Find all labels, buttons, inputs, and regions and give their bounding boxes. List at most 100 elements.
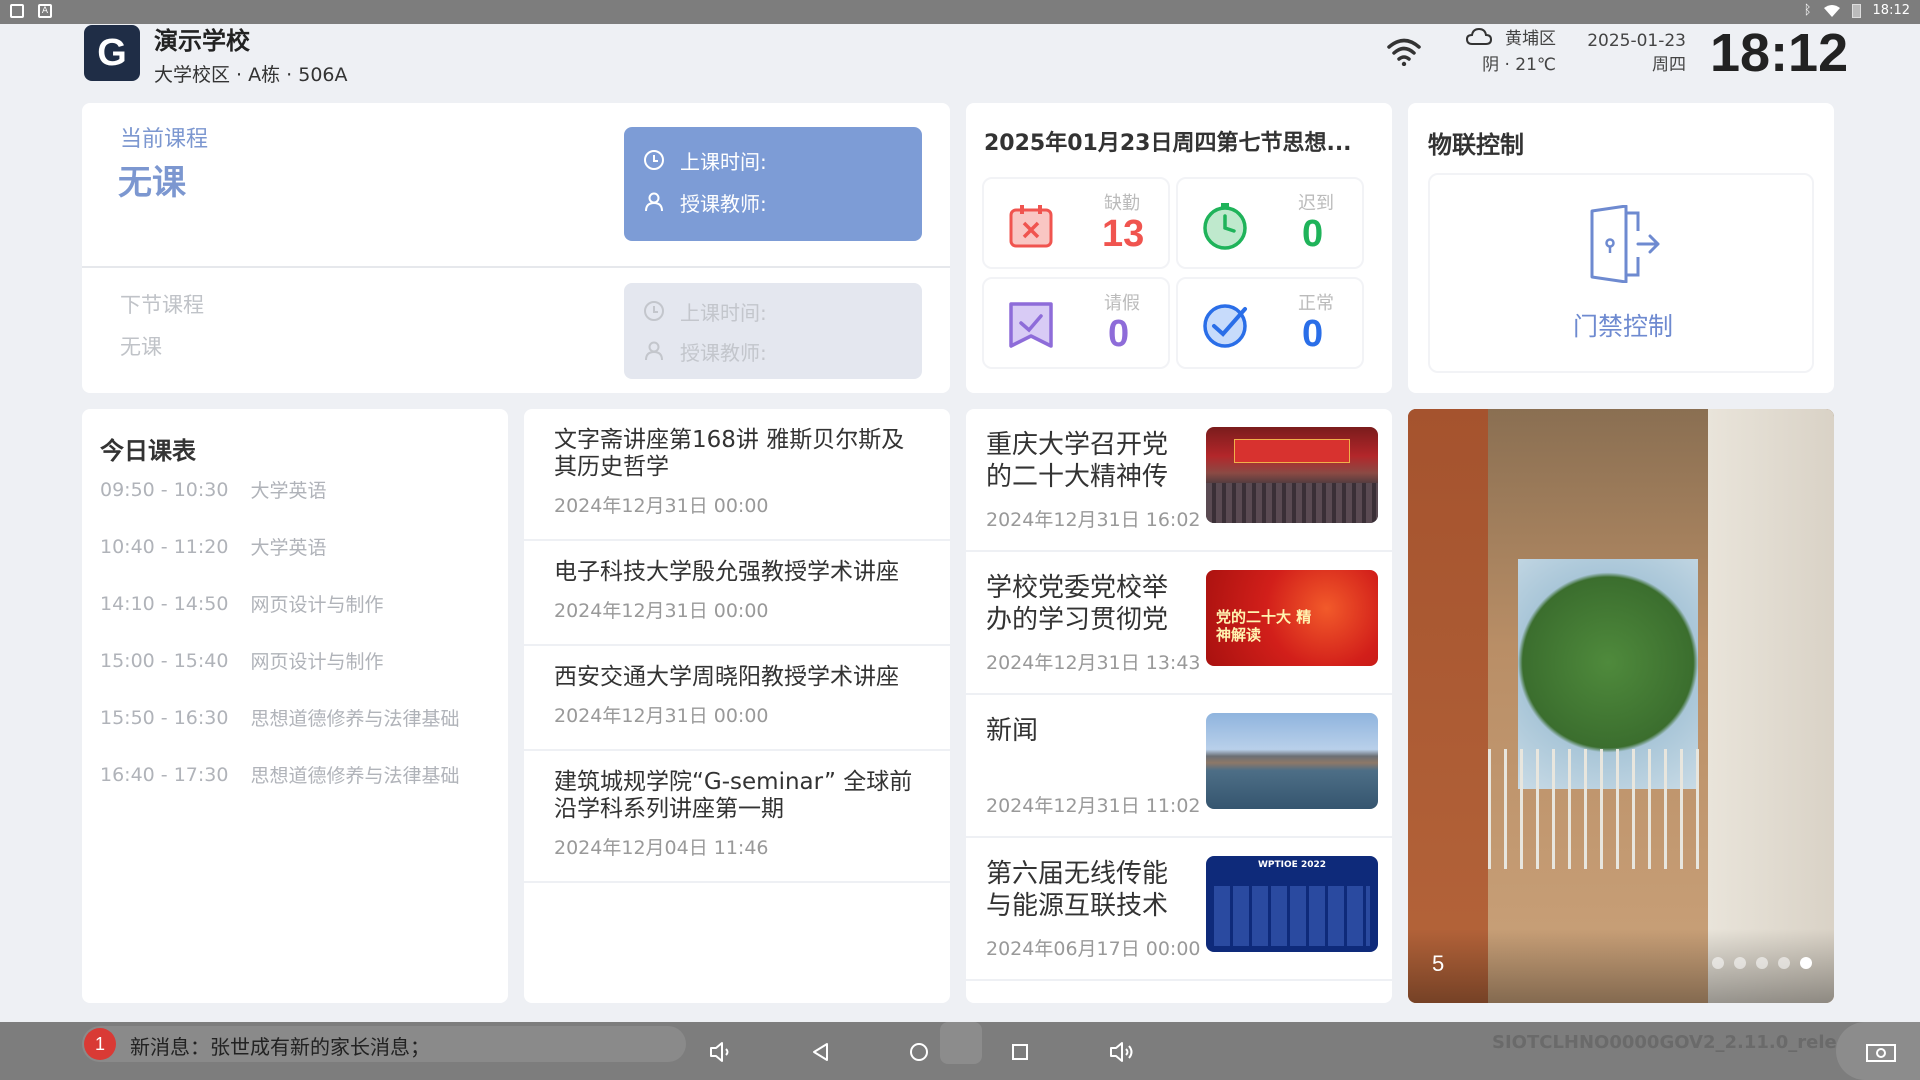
- person-icon: [645, 341, 663, 361]
- message-bar[interactable]: 1 新消息：张世成有新的家长消息；: [82, 1026, 686, 1062]
- system-status-bar: A ᛒ 18:12: [0, 0, 1920, 24]
- app-notification-icon: A: [38, 4, 52, 18]
- normal-count: 0: [1302, 313, 1324, 355]
- leave-stat[interactable]: 请假 0: [982, 277, 1170, 369]
- carousel-dot[interactable]: [1778, 957, 1790, 969]
- news-item[interactable]: 学校党委党校举办的学习贯彻党 2024年12月31日 13:43 党的二十大 精…: [966, 552, 1392, 695]
- notice-title: 建筑城规学院“G-seminar” 全球前沿学科系列讲座第一期: [554, 769, 913, 822]
- next-time-row: 上课时间:: [644, 291, 902, 331]
- news-title: 新闻: [986, 716, 1039, 746]
- schedule-row: 15:50 - 16:30 思想道德修养与法律基础: [100, 689, 459, 746]
- back-icon[interactable]: [810, 1041, 832, 1063]
- system-navigation-bar: 1 新消息：张世成有新的家长消息； SIOTCLHNO0000GOV2_2.11…: [0, 1022, 1920, 1080]
- carousel-window-frame: [1708, 409, 1834, 1003]
- news-title: 学校党委党校举办的学习贯彻党: [986, 573, 1169, 635]
- notice-date: 2024年12月04日 11:46: [554, 837, 769, 859]
- district: 黄埔区: [1505, 29, 1556, 49]
- notice-item[interactable]: 西安交通大学周晓阳教授学术讲座 2024年12月31日 00:00: [524, 646, 950, 751]
- schedule-row: 09:50 - 10:30 大学英语: [100, 461, 459, 518]
- news-item[interactable]: 新闻 2024年12月31日 11:02: [966, 695, 1392, 838]
- attendance-card[interactable]: 2025年01月23日周四第七节思想... 缺勤 13 迟到 0 请假 0 正常: [966, 103, 1392, 393]
- carousel-wall: [1408, 409, 1488, 1003]
- notice-item[interactable]: 建筑城规学院“G-seminar” 全球前沿学科系列讲座第一期 2024年12月…: [524, 751, 950, 883]
- home-icon[interactable]: [908, 1041, 930, 1063]
- message-badge: 1: [84, 1028, 116, 1060]
- course-divider: [82, 266, 950, 268]
- carousel-dot[interactable]: [1756, 957, 1768, 969]
- weather: 阴 · 21℃: [1482, 55, 1556, 75]
- news-date: 2024年12月31日 16:02: [986, 509, 1201, 531]
- photo-carousel[interactable]: 5: [1408, 409, 1834, 1003]
- course-card: 当前课程 无课 上课时间: 授课教师: 下节课程 无课 上课时间: 授课教师:: [82, 103, 950, 393]
- late-label: 迟到: [1298, 193, 1334, 214]
- schedule-course: 网页设计与制作: [250, 651, 384, 673]
- recents-icon[interactable]: [1010, 1042, 1030, 1062]
- system-indicators: ᛒ 18:12: [1804, 3, 1910, 18]
- cloud-icon: [1466, 28, 1492, 45]
- absent-stat[interactable]: 缺勤 13: [982, 177, 1170, 269]
- carousel-dots[interactable]: [1712, 957, 1812, 969]
- carousel-dot[interactable]: [1734, 957, 1746, 969]
- late-stat[interactable]: 迟到 0: [1176, 177, 1364, 269]
- schedule-course: 思想道德修养与法律基础: [250, 765, 460, 787]
- notice-item[interactable]: 文字斋讲座第168讲 雅斯贝尔斯及其历史哲学 2024年12月31日 00:00: [524, 409, 950, 541]
- carousel-index: 5: [1432, 951, 1445, 976]
- absent-label: 缺勤: [1104, 193, 1140, 214]
- news-title: 重庆大学召开党的二十大精神传: [986, 430, 1169, 492]
- news-item[interactable]: 重庆大学召开党的二十大精神传 2024年12月31日 16:02: [966, 409, 1392, 552]
- schedule-course: 思想道德修养与法律基础: [250, 708, 460, 730]
- next-teacher-row: 授课教师:: [644, 331, 902, 371]
- calendar-x-icon: [1009, 205, 1053, 248]
- header-clock: 18:12: [1710, 23, 1849, 83]
- news-date: 2024年12月31日 11:02: [986, 795, 1201, 817]
- door-control-button[interactable]: 门禁控制: [1428, 173, 1814, 373]
- current-course-heading: 当前课程: [120, 127, 209, 152]
- news-date: 2024年06月17日 00:00: [986, 938, 1201, 960]
- schedule-course: 大学英语: [250, 480, 327, 502]
- carousel-dot[interactable]: [1712, 957, 1724, 969]
- schedule-row: 14:10 - 14:50 网页设计与制作: [100, 575, 459, 632]
- current-time-label: 上课时间:: [680, 149, 767, 174]
- news-item[interactable]: 第六届无线传能与能源互联技术 2024年06月17日 00:00 WPTIOE …: [966, 838, 1392, 981]
- clock-icon: [644, 150, 664, 170]
- schedule-row: 15:00 - 15:40 网页设计与制作: [100, 632, 459, 689]
- leave-label: 请假: [1104, 293, 1140, 314]
- door-access-icon: [1590, 205, 1660, 283]
- floating-handle[interactable]: [940, 1022, 982, 1064]
- schedule-time: 14:10 - 14:50: [100, 592, 229, 615]
- next-course-info: 上课时间: 授课教师:: [624, 283, 922, 379]
- school-name: 演示学校: [154, 27, 250, 55]
- current-teacher-row: 授课教师:: [644, 181, 902, 223]
- schedule-time: 16:40 - 17:30: [100, 763, 229, 786]
- news-date: 2024年12月31日 13:43: [986, 652, 1201, 674]
- screenshot-tab[interactable]: [1836, 1022, 1920, 1080]
- current-teacher-label: 授课教师:: [680, 191, 767, 216]
- carousel-railing: [1488, 749, 1718, 869]
- classroom-location: 大学校区 · A栋 · 506A: [154, 64, 348, 86]
- notice-item[interactable]: 电子科技大学殷允强教授学术讲座 2024年12月31日 00:00: [524, 541, 950, 646]
- current-course-info: 上课时间: 授课教师:: [624, 127, 922, 241]
- stopwatch-icon: [1203, 203, 1247, 250]
- schedule-course: 大学英语: [250, 537, 327, 559]
- schedule-row: 16:40 - 17:30 思想道德修养与法律基础: [100, 746, 459, 803]
- normal-stat[interactable]: 正常 0: [1176, 277, 1364, 369]
- news-thumbnail: [1206, 427, 1378, 523]
- schedule-card: 今日课表 09:50 - 10:30 大学英语 10:40 - 11:20 大学英语…: [82, 409, 508, 1003]
- header-date: 2025-01-23: [1587, 31, 1686, 51]
- notice-date: 2024年12月31日 00:00: [554, 495, 769, 517]
- notice-date: 2024年12月31日 00:00: [554, 705, 769, 727]
- absent-count: 13: [1102, 213, 1145, 255]
- notice-title: 电子科技大学殷允强教授学术讲座: [554, 559, 899, 585]
- next-teacher-label: 授课教师:: [680, 340, 767, 365]
- next-time-label: 上课时间:: [680, 300, 767, 325]
- volume-down-icon[interactable]: [708, 1040, 732, 1064]
- news-card: 重庆大学召开党的二十大精神传 2024年12月31日 16:02 学校党委党校举…: [966, 409, 1392, 1003]
- volume-up-icon[interactable]: [1108, 1040, 1136, 1064]
- schedule-list: 09:50 - 10:30 大学英语 10:40 - 11:20 大学英语 14:1…: [100, 461, 459, 803]
- current-course-value: 无课: [118, 163, 186, 203]
- iot-card: 物联控制 门禁控制: [1408, 103, 1834, 393]
- screenshot-icon[interactable]: [1866, 1042, 1896, 1062]
- schedule-course: 网页设计与制作: [250, 594, 384, 616]
- carousel-dot-active[interactable]: [1800, 957, 1812, 969]
- image-notification-icon: [10, 4, 24, 18]
